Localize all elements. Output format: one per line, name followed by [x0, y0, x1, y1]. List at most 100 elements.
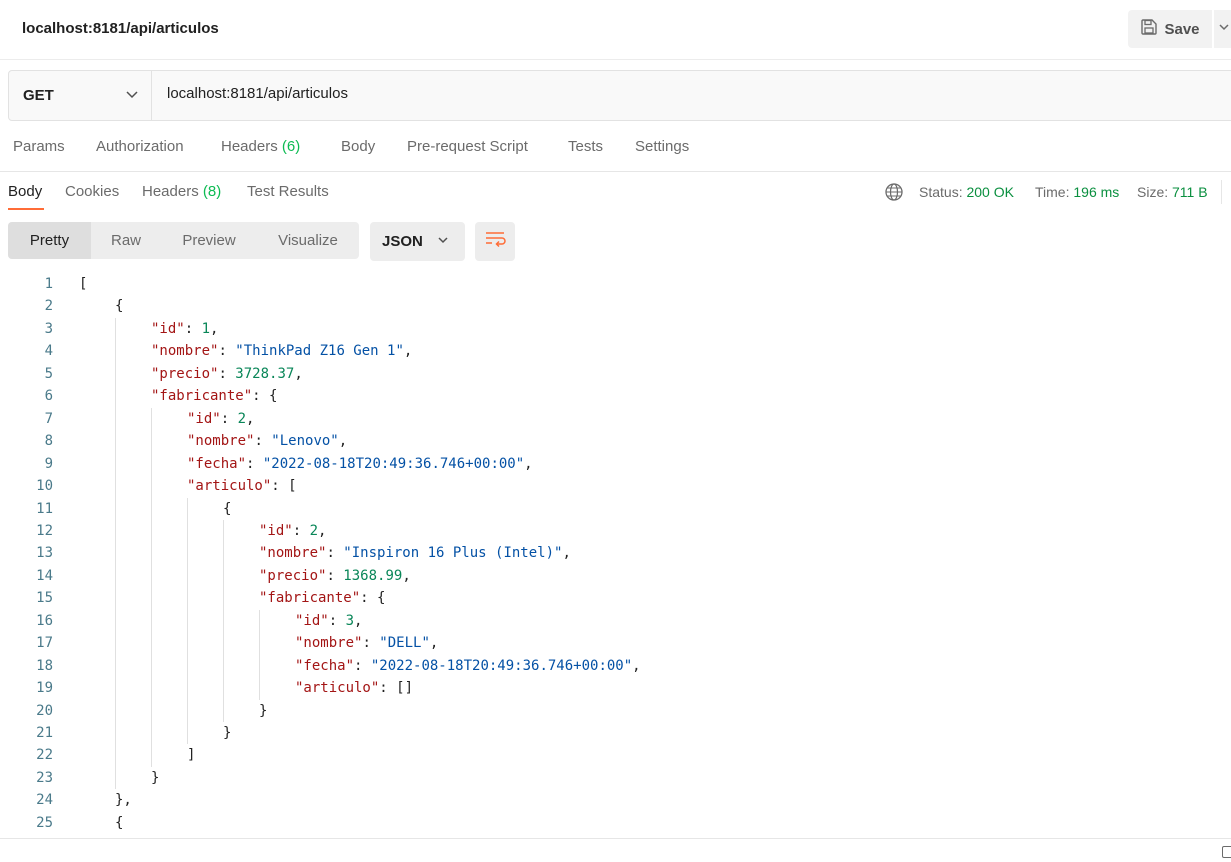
- code-line: 17 "nombre": "DELL",: [0, 632, 1231, 654]
- format-select[interactable]: JSON: [370, 222, 465, 261]
- url-bar: GET localhost:8181/api/articulos: [8, 70, 1231, 121]
- line-number: 11: [36, 500, 53, 517]
- tab-pre-request-script[interactable]: Pre-request Script: [407, 138, 528, 155]
- status-value: 200 OK: [966, 184, 1014, 200]
- divider: [0, 171, 1231, 172]
- code-line: 7 "id": 2,: [0, 408, 1231, 430]
- size-info: Size: 711 B: [1137, 184, 1208, 200]
- response-body-editor[interactable]: 1[2{3 "id": 1, 4 "nombre": "ThinkPad Z16 Ge…: [0, 273, 1231, 829]
- code-line: 10 "articulo": [: [0, 475, 1231, 497]
- save-button[interactable]: Save: [1128, 10, 1212, 48]
- code-text: {: [115, 298, 124, 315]
- line-number: 14: [36, 567, 53, 584]
- response-tab-headers[interactable]: Headers (8): [142, 183, 221, 200]
- active-tab-indicator: [8, 208, 44, 210]
- code-text: "nombre": "Inspiron 16 Plus (Intel)",: [259, 545, 571, 562]
- code-text: "fabricante": {: [151, 388, 278, 405]
- code-line: 15 "fabricante": {: [0, 587, 1231, 609]
- line-number: 8: [44, 433, 53, 450]
- code-line: 2{: [0, 295, 1231, 317]
- chevron-down-icon: [1218, 20, 1230, 38]
- code-text: "id": 3,: [295, 612, 363, 629]
- line-number: 10: [36, 478, 53, 495]
- code-line: 16 "id": 3,: [0, 610, 1231, 632]
- code-text: "id": 2,: [187, 410, 255, 427]
- size-value: 711 B: [1172, 184, 1208, 200]
- code-line: 13 "nombre": "Inspiron 16 Plus (Intel)",: [0, 542, 1231, 564]
- code-text: "nombre": "Lenovo",: [187, 433, 348, 450]
- tab-tests[interactable]: Tests: [568, 138, 603, 155]
- code-line: 5 "precio": 3728.37,: [0, 363, 1231, 385]
- response-tab-test-results[interactable]: Test Results: [247, 183, 329, 200]
- tab-body[interactable]: Body: [341, 138, 375, 155]
- line-number: 12: [36, 522, 53, 539]
- code-line: 9 "fecha": "2022-08-18T20:49:36.746+00:00…: [0, 453, 1231, 475]
- code-text: }: [259, 702, 268, 719]
- response-tab-body[interactable]: Body: [8, 183, 42, 200]
- code-line: 24},: [0, 789, 1231, 811]
- code-line: 19 "articulo": []: [0, 677, 1231, 699]
- wrap-lines-button[interactable]: [475, 222, 515, 261]
- code-text: {: [115, 814, 124, 829]
- line-number: 3: [44, 320, 53, 337]
- tab-params[interactable]: Params: [13, 138, 65, 155]
- method-label: GET: [23, 87, 54, 104]
- code-line: 22]: [0, 744, 1231, 766]
- line-number: 15: [36, 590, 53, 607]
- line-number: 9: [44, 455, 53, 472]
- code-line: 4 "nombre": "ThinkPad Z16 Gen 1",: [0, 340, 1231, 362]
- code-text: "nombre": "DELL",: [295, 635, 439, 652]
- code-line: 8 "nombre": "Lenovo",: [0, 430, 1231, 452]
- save-options-button[interactable]: [1214, 10, 1231, 48]
- response-tab-cookies[interactable]: Cookies: [65, 183, 119, 200]
- view-mode-visualize[interactable]: Visualize: [257, 222, 359, 259]
- url-input[interactable]: localhost:8181/api/articulos: [167, 85, 348, 102]
- globe-icon[interactable]: [884, 182, 904, 207]
- headers-count: (6): [281, 138, 301, 155]
- code-line: 21}: [0, 722, 1231, 744]
- view-mode-selector: Pretty Raw Preview Visualize: [8, 222, 359, 259]
- time-info: Time: 196 ms: [1035, 184, 1120, 200]
- code-text: "id": 1,: [151, 320, 219, 337]
- status-bar: [0, 838, 1231, 862]
- indent-guide: [223, 519, 224, 722]
- indent-guide: [151, 407, 152, 767]
- line-number: 6: [44, 388, 53, 405]
- method-select[interactable]: GET: [9, 71, 152, 120]
- code-text: "articulo": []: [295, 680, 414, 697]
- format-label: JSON: [382, 233, 423, 250]
- tab-authorization[interactable]: Authorization: [96, 138, 184, 155]
- line-number: 4: [44, 343, 53, 360]
- status-info: Status: 200 OK: [919, 184, 1014, 200]
- chevron-down-icon: [437, 233, 449, 250]
- code-text: }: [151, 769, 160, 786]
- line-number: 17: [36, 635, 53, 652]
- view-mode-raw[interactable]: Raw: [91, 222, 161, 259]
- line-number: 22: [36, 747, 53, 764]
- view-mode-pretty[interactable]: Pretty: [8, 222, 91, 259]
- line-number: 23: [36, 769, 53, 786]
- view-mode-preview[interactable]: Preview: [161, 222, 257, 259]
- tab-settings[interactable]: Settings: [635, 138, 689, 155]
- line-number: 13: [36, 545, 53, 562]
- code-text: {: [223, 500, 232, 517]
- divider: [1221, 180, 1222, 204]
- code-text: [: [79, 276, 88, 292]
- code-text: "fecha": "2022-08-18T20:49:36.746+00:00"…: [295, 657, 641, 674]
- code-text: }: [223, 725, 232, 741]
- layout-icon[interactable]: [1222, 846, 1231, 858]
- line-number: 19: [36, 680, 53, 697]
- code-text: ]: [187, 747, 196, 764]
- indent-guide: [115, 317, 116, 790]
- save-label: Save: [1164, 20, 1200, 38]
- tab-headers[interactable]: Headers (6): [221, 138, 300, 155]
- line-number: 18: [36, 657, 53, 674]
- code-line: 14 "precio": 1368.99,: [0, 565, 1231, 587]
- time-value: 196 ms: [1073, 184, 1120, 200]
- chevron-down-icon: [125, 87, 139, 105]
- request-title[interactable]: localhost:8181/api/articulos: [22, 20, 219, 37]
- code-line: 6 "fabricante": {: [0, 385, 1231, 407]
- line-number: 2: [44, 298, 53, 315]
- wrap-lines-icon: [484, 230, 506, 253]
- line-number: 20: [36, 702, 53, 719]
